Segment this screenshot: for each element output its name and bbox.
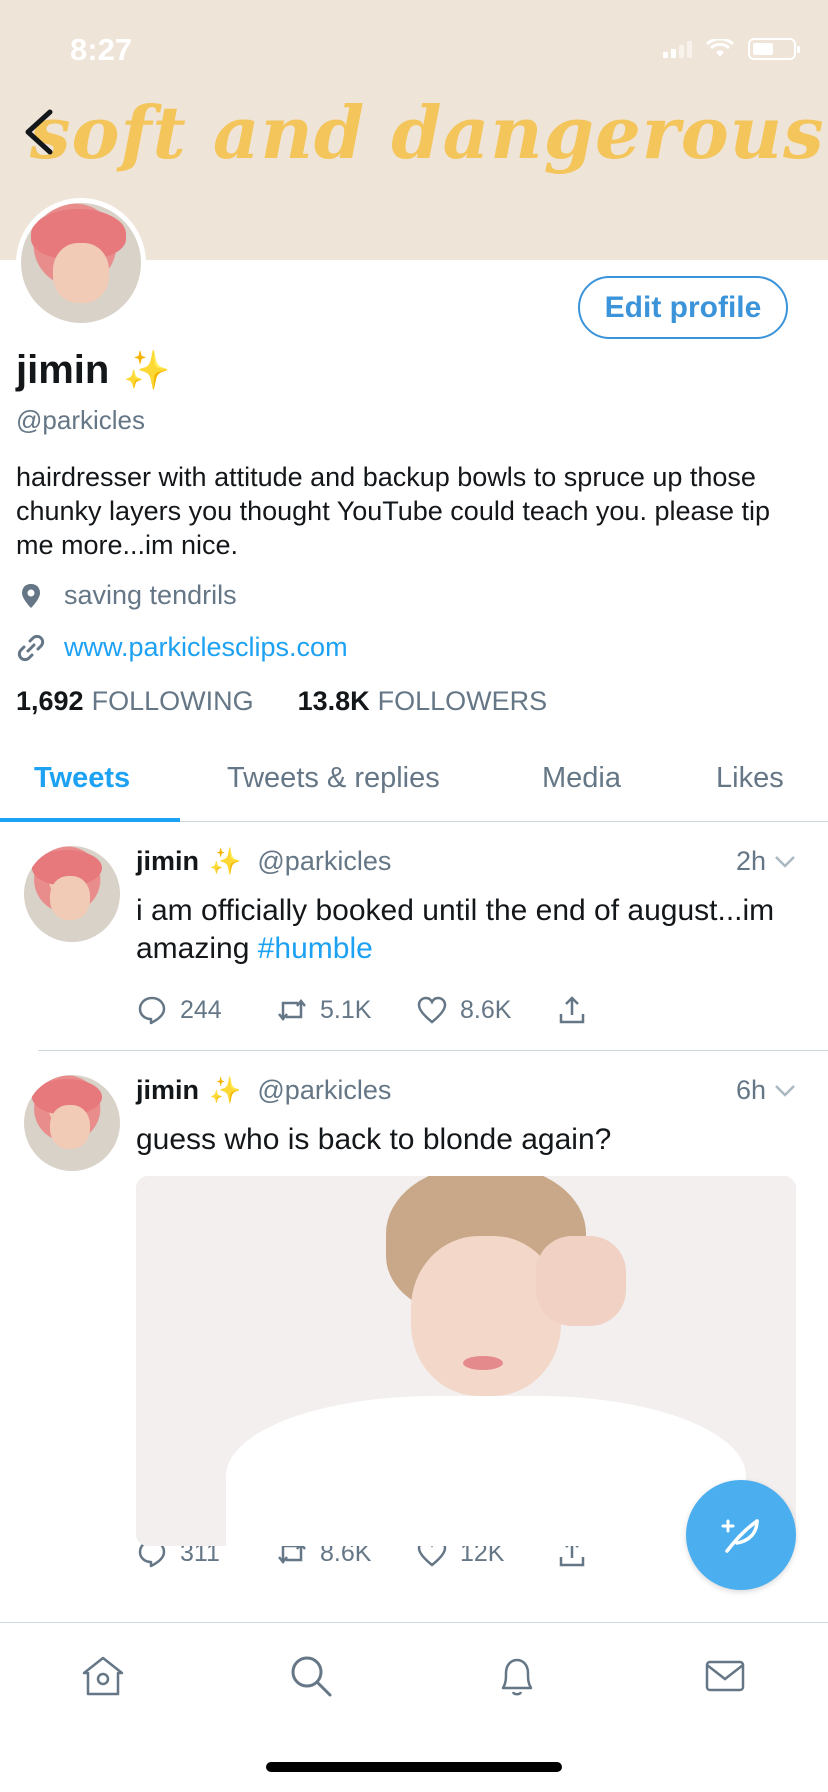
following-stat[interactable]: 1,692 FOLLOWING (16, 686, 254, 717)
reply-button[interactable]: 244 (136, 994, 276, 1026)
profile-name: jimin ✨ (16, 348, 171, 393)
profile-location: saving tendrils (16, 580, 237, 611)
compose-tweet-button[interactable] (686, 1480, 796, 1590)
tweet-header: jimin ✨ @parkicles 2h (136, 846, 796, 877)
notifications-bell-icon[interactable] (494, 1653, 540, 1699)
tweet-time-menu[interactable]: 2h (736, 846, 796, 877)
tweet-time-menu[interactable]: 6h (736, 1075, 796, 1106)
tweet-text: guess who is back to blonde again? (136, 1123, 612, 1156)
follow-stats: 1,692 FOLLOWING 13.8K FOLLOWERS (16, 686, 547, 717)
tweet-avatar[interactable] (24, 846, 120, 942)
tab-likes[interactable]: Likes (716, 762, 784, 795)
profile-handle: @parkicles (16, 405, 145, 435)
chevron-down-icon[interactable] (774, 1084, 796, 1098)
messages-mail-icon[interactable] (702, 1653, 748, 1699)
tweet-time: 6h (735, 1075, 766, 1105)
following-label: FOLLOWING (91, 686, 254, 716)
link-icon (17, 634, 45, 661)
followers-count: 13.8K (297, 686, 370, 716)
tweet-actions: 244 5.1K 8.6K (136, 994, 696, 1026)
status-icons (663, 38, 800, 60)
retweet-button[interactable]: 5.1K (276, 994, 416, 1026)
followers-label: FOLLOWERS (377, 686, 548, 716)
retweet-icon (278, 998, 306, 1022)
reply-count: 244 (180, 995, 222, 1024)
compose-feather-icon (721, 1519, 759, 1553)
profile-website[interactable]: www.parkiclesclips.com (16, 632, 348, 663)
sparkles-emoji: ✨ (209, 1075, 242, 1105)
tab-tweets-replies[interactable]: Tweets & replies (227, 762, 440, 795)
tab-tweets[interactable]: Tweets (34, 762, 130, 795)
wifi-icon (706, 39, 734, 57)
website-link[interactable]: www.parkiclesclips.com (64, 632, 348, 663)
profile-tabs: Tweets Tweets & replies Media Likes (0, 750, 828, 822)
sparkles-emoji: ✨ (209, 846, 242, 876)
location-pin-icon (22, 583, 40, 608)
heart-icon (417, 996, 447, 1024)
battery-icon (748, 38, 800, 60)
tweet-avatar[interactable] (24, 1075, 120, 1171)
share-icon (559, 996, 585, 1024)
search-icon[interactable] (288, 1653, 334, 1699)
signal-icon (663, 40, 692, 58)
banner-text: soft and dangerous. (30, 90, 828, 175)
tweet-author-handle: @parkicles (257, 846, 392, 876)
active-tab-indicator (0, 818, 180, 822)
like-count: 8.6K (460, 995, 512, 1024)
following-count: 1,692 (16, 686, 84, 716)
tweet-divider (38, 1050, 828, 1051)
home-icon[interactable] (80, 1653, 126, 1699)
tweet-author-handle: @parkicles (257, 1075, 392, 1105)
profile-name-text: jimin (16, 348, 110, 392)
back-button[interactable] (20, 108, 60, 156)
tab-media[interactable]: Media (542, 762, 621, 795)
tweet-header: jimin ✨ @parkicles 6h (136, 1075, 796, 1106)
share-button[interactable] (556, 994, 696, 1026)
tweet-time: 2h (735, 846, 766, 876)
sparkles-emoji: ✨ (123, 349, 171, 392)
location-text: saving tendrils (64, 580, 237, 610)
tweet-author-name: jimin (136, 846, 200, 876)
retweet-count: 5.1K (320, 995, 372, 1024)
home-indicator (266, 1762, 562, 1772)
followers-stat[interactable]: 13.8K FOLLOWERS (298, 686, 548, 717)
tweet[interactable]: jimin ✨ @parkicles 2h i am officially bo… (0, 846, 828, 1046)
tweet-text: i am officially booked until the end of … (136, 892, 776, 968)
profile-avatar[interactable] (16, 198, 146, 328)
tweet-text-body: i am officially booked until the end of … (136, 894, 775, 965)
tweet-author-name: jimin (136, 1075, 200, 1105)
chevron-down-icon[interactable] (774, 855, 796, 869)
reply-icon (138, 996, 166, 1025)
edit-profile-button[interactable]: Edit profile (578, 276, 788, 339)
profile-bio: hairdresser with attitude and backup bow… (16, 462, 771, 560)
like-button[interactable]: 8.6K (416, 994, 556, 1026)
tweet-media-image[interactable] (136, 1176, 796, 1546)
tweet-hashtag[interactable]: #humble (258, 932, 373, 965)
status-time: 8:27 (70, 32, 133, 67)
